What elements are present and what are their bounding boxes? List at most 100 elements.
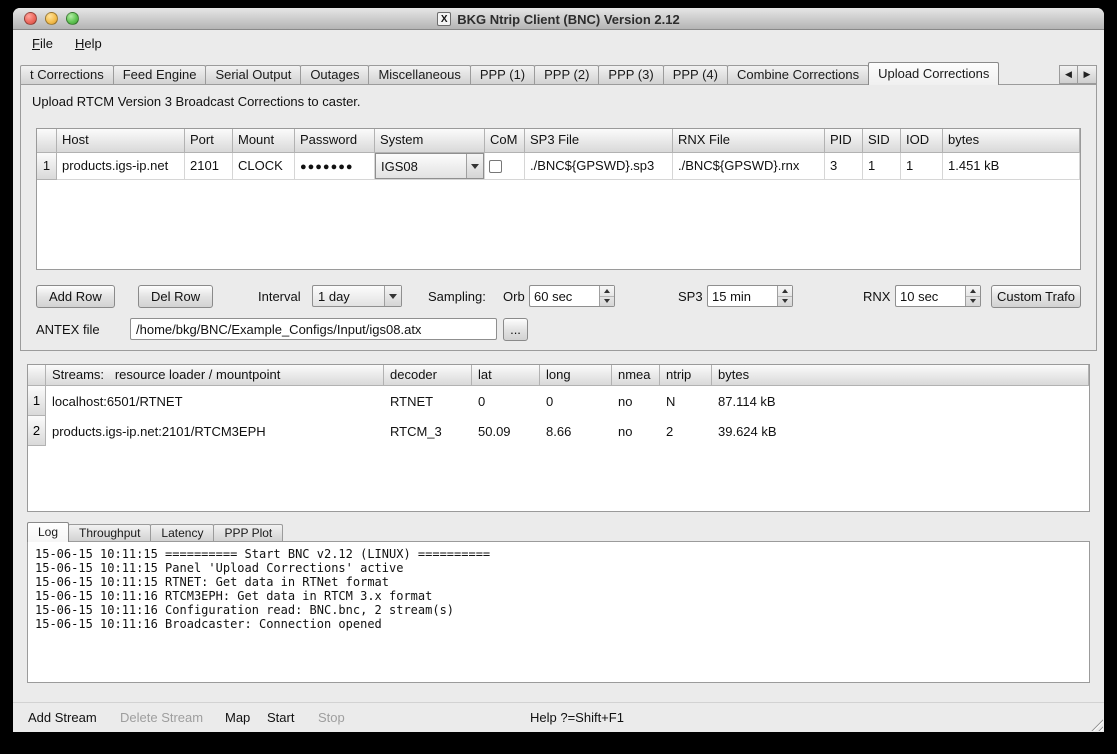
tab-serial-output[interactable]: Serial Output (205, 65, 301, 84)
cell-iod[interactable]: 1 (901, 153, 943, 180)
tab-miscellaneous[interactable]: Miscellaneous (368, 65, 470, 84)
streams-table: Streams: resource loader / mountpoint de… (27, 364, 1090, 512)
table-row[interactable]: 1 localhost:6501/RTNET RTNET 0 0 no N 87… (28, 386, 1089, 416)
cell-port[interactable]: 2101 (185, 153, 233, 180)
spin-up-icon[interactable] (778, 286, 792, 297)
row-number: 2 (28, 416, 46, 446)
menu-help[interactable]: Help (66, 33, 111, 54)
window-title: X BKG Ntrip Client (BNC) Version 2.12 (13, 8, 1104, 30)
map-button[interactable]: Map (225, 710, 250, 725)
spin-buttons (965, 286, 980, 306)
header-decoder: decoder (384, 365, 472, 386)
add-row-button[interactable]: Add Row (36, 285, 115, 308)
cell-ntrip: N (660, 386, 712, 416)
start-button[interactable]: Start (267, 710, 294, 725)
cell-password[interactable]: ●●●●●●● (295, 153, 375, 180)
upload-corrections-panel: Upload RTCM Version 3 Broadcast Correcti… (20, 84, 1097, 351)
tab-upload-corrections[interactable]: Upload Corrections (868, 62, 999, 85)
tab-throughput[interactable]: Throughput (68, 524, 151, 541)
cell-system: IGS08 (375, 153, 485, 180)
chevron-down-icon[interactable] (384, 286, 401, 306)
header-nmea: nmea (612, 365, 660, 386)
cell-rnx-file[interactable]: ./BNC${GPSWD}.rnx (673, 153, 825, 180)
stop-button[interactable]: Stop (318, 710, 345, 725)
del-row-button[interactable]: Del Row (138, 285, 213, 308)
log-line: 15-06-15 10:11:16 Broadcaster: Connectio… (35, 617, 1082, 631)
interval-combobox[interactable]: 1 day (312, 285, 402, 307)
tab-ppp-1[interactable]: PPP (1) (470, 65, 535, 84)
antex-row: ANTEX file ... (21, 318, 1096, 342)
config-tabbar: t Corrections Feed Engine Serial Output … (20, 62, 1097, 84)
orb-sampling-spinbox[interactable]: 60 sec (529, 285, 615, 307)
cell-pid[interactable]: 3 (825, 153, 863, 180)
upload-table-header: Host Port Mount Password System CoM SP3 … (37, 129, 1080, 153)
chevron-down-icon[interactable] (466, 154, 483, 178)
tab-broadcast-corrections[interactable]: t Corrections (20, 65, 114, 84)
x11-app-icon: X (437, 12, 451, 26)
spin-down-icon[interactable] (600, 297, 614, 307)
header-pid: PID (825, 129, 863, 153)
add-stream-button[interactable]: Add Stream (28, 710, 97, 725)
menu-file[interactable]: File (23, 33, 62, 54)
spin-down-icon[interactable] (778, 297, 792, 307)
spin-buttons (599, 286, 614, 306)
cell-host[interactable]: products.igs-ip.net (57, 153, 185, 180)
cell-com (485, 153, 525, 180)
tab-ppp-2[interactable]: PPP (2) (534, 65, 599, 84)
interval-combobox-value: 1 day (313, 286, 384, 306)
sp3-sampling-value: 15 min (708, 286, 777, 306)
antex-browse-button[interactable]: ... (503, 318, 528, 341)
spin-buttons (777, 286, 792, 306)
tab-ppp-3[interactable]: PPP (3) (598, 65, 663, 84)
desktop-background: X BKG Ntrip Client (BNC) Version 2.12 Fi… (0, 0, 1117, 754)
cell-long: 0 (540, 386, 612, 416)
header-sid: SID (863, 129, 901, 153)
tab-ppp-4[interactable]: PPP (4) (663, 65, 728, 84)
cell-ntrip: 2 (660, 416, 712, 446)
orb-sampling-value: 60 sec (530, 286, 599, 306)
upload-table: Host Port Mount Password System CoM SP3 … (36, 128, 1081, 270)
window-title-text: BKG Ntrip Client (BNC) Version 2.12 (457, 12, 679, 27)
header-iod: IOD (901, 129, 943, 153)
tab-ppp-plot[interactable]: PPP Plot (213, 524, 283, 541)
cell-sid[interactable]: 1 (863, 153, 901, 180)
delete-stream-button[interactable]: Delete Stream (120, 710, 203, 725)
titlebar[interactable]: X BKG Ntrip Client (BNC) Version 2.12 (13, 8, 1104, 30)
panel-description: Upload RTCM Version 3 Broadcast Correcti… (32, 94, 361, 109)
row-number: 1 (28, 386, 46, 416)
custom-trafo-button[interactable]: Custom Trafo (991, 285, 1081, 308)
header-mount: Mount (233, 129, 295, 153)
spin-up-icon[interactable] (966, 286, 980, 297)
tab-scroll-left-icon[interactable]: ◀ (1059, 65, 1078, 84)
statusbar: Add Stream Delete Stream Map Start Stop … (13, 702, 1104, 732)
tab-log[interactable]: Log (27, 522, 69, 542)
antex-file-input[interactable] (130, 318, 497, 340)
cell-decoder: RTNET (384, 386, 472, 416)
tab-scroll-right-icon[interactable]: ▶ (1078, 65, 1097, 84)
sp3-sampling-spinbox[interactable]: 15 min (707, 285, 793, 307)
system-combobox-value: IGS08 (376, 154, 466, 178)
com-checkbox[interactable] (489, 160, 502, 173)
tab-latency[interactable]: Latency (150, 524, 214, 541)
cell-sp3-file[interactable]: ./BNC${GPSWD}.sp3 (525, 153, 673, 180)
tab-combine-corrections[interactable]: Combine Corrections (727, 65, 869, 84)
monitor-tabbar: Log Throughput Latency PPP Plot (27, 522, 282, 541)
header-port: Port (185, 129, 233, 153)
table-row[interactable]: 1 products.igs-ip.net 2101 CLOCK ●●●●●●●… (37, 153, 1080, 180)
system-combobox[interactable]: IGS08 (375, 153, 484, 179)
menubar: File Help (13, 30, 1104, 56)
cell-bytes: 39.624 kB (712, 416, 1089, 446)
log-line: 15-06-15 10:11:15 ========== Start BNC v… (35, 547, 1082, 561)
rnx-sampling-value: 10 sec (896, 286, 965, 306)
tab-outages[interactable]: Outages (300, 65, 369, 84)
cell-lat: 50.09 (472, 416, 540, 446)
spin-up-icon[interactable] (600, 286, 614, 297)
corner-header (28, 365, 46, 386)
cell-mount[interactable]: CLOCK (233, 153, 295, 180)
cell-nmea: no (612, 416, 660, 446)
interval-label: Interval (258, 285, 301, 308)
table-row[interactable]: 2 products.igs-ip.net:2101/RTCM3EPH RTCM… (28, 416, 1089, 446)
tab-feed-engine[interactable]: Feed Engine (113, 65, 207, 84)
spin-down-icon[interactable] (966, 297, 980, 307)
rnx-sampling-spinbox[interactable]: 10 sec (895, 285, 981, 307)
